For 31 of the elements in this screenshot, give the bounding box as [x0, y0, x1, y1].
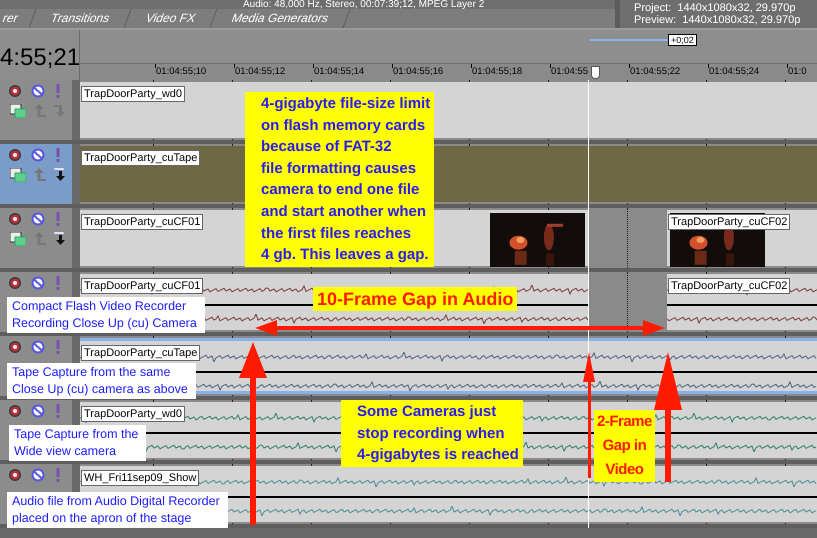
annotation-tooltip: 4-gigabyte file-size limit on flash memory cards because of FAT-32 file formatting causes camera to end one file and start another when the first files reaches 4 gb. This leaves a gap.: [245, 92, 434, 267]
clip-name: TrapDoorParty_cuCF02: [668, 278, 790, 294]
clip-name: TrapDoorParty_cuTape: [81, 345, 200, 361]
ruler-label: 01:04:55;10: [156, 66, 206, 78]
project-format: Project: 1440x1080x32, 29.970p: [634, 2, 796, 14]
clip-name: WH_Fri11sep09_Show: [81, 470, 200, 486]
annotation-tooltip: Some Cameras just stop recording when 4-gigabytes is reached: [341, 400, 523, 467]
ruler-label: 01:04:55;18: [472, 66, 522, 78]
clip-name: TrapDoorParty_cuCF02: [668, 214, 790, 230]
ruler-label: 01:04:55;14: [314, 66, 364, 78]
ruler-label: 01:04:55: [551, 66, 588, 78]
preview-format: Preview: 1440x1080x32, 29.970p: [634, 14, 802, 26]
ruler-label: 01:04:55;12: [235, 66, 286, 78]
annotation-tooltip: Tape Capture from the same Close Up (cu) camera as above: [7, 363, 196, 399]
selection-length: +0;02: [668, 34, 697, 46]
clip-name: TrapDoorParty_cuCF01: [81, 278, 204, 294]
media-info: Audio: 48,000 Hz, Stereo, 00:07:39;12, MPEG Layer 2: [242, 0, 486, 9]
clip-name: TrapDoorParty_cuCF01: [81, 214, 204, 230]
annotation-tooltip: Audio file from Audio Digital Recorder placed on the apron of the stage: [7, 492, 228, 528]
ruler-label: 01:04:55;22: [630, 66, 680, 78]
clip-name: TrapDoorParty_wd0: [81, 406, 186, 422]
annotation-tooltip: 2-Frame Gap in Video: [594, 410, 655, 482]
ruler-label: 01:04:55;16: [393, 66, 444, 78]
clip-name: TrapDoorParty_cuTape: [81, 150, 200, 166]
annotation-tooltip: 10-Frame Gap in Audio: [313, 287, 518, 311]
annotation-tooltip: Compact Flash Video Recorder Recording Close Up (cu) Camera: [7, 297, 205, 333]
ruler-label: 01:0: [788, 66, 806, 78]
ruler-label: 01:04:55;24: [709, 66, 760, 78]
timecode: 4:55;21: [0, 44, 80, 72]
clip-name: TrapDoorParty_wd0: [81, 86, 186, 102]
annotation-tooltip: Tape Capture from the Wide view camera: [9, 425, 146, 461]
